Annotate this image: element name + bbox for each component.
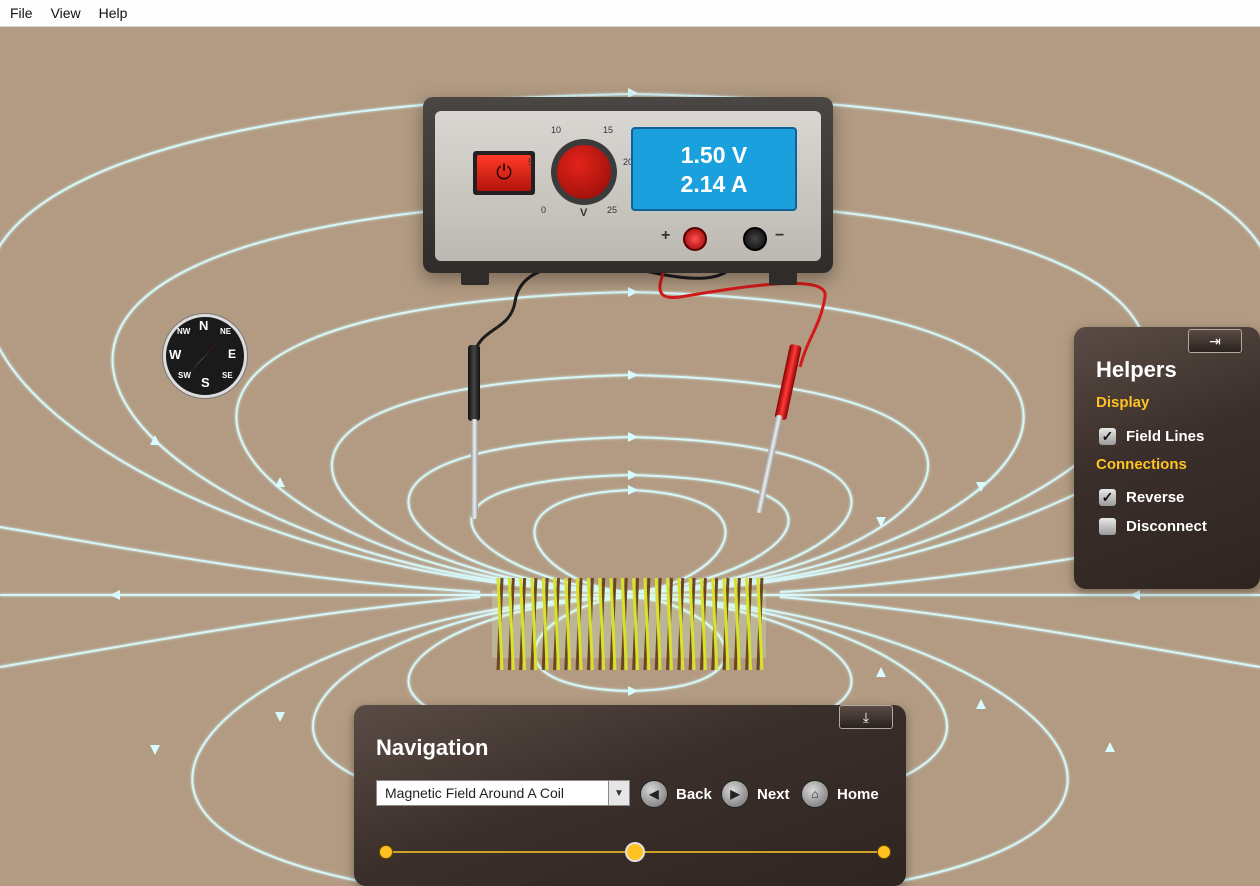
field-lines-label: Field Lines [1126,428,1205,445]
home-icon: ⌂ [801,780,829,808]
voltage-dial[interactable] [551,139,617,205]
negative-terminal[interactable] [743,227,767,251]
minus-sign: − [775,227,785,244]
home-button[interactable]: ⌂ Home [801,780,879,808]
back-arrow-icon: ◀ [640,780,668,808]
coil[interactable] [488,570,770,674]
voltage-knob[interactable] [557,145,611,199]
dial-unit: V [580,207,588,219]
chevron-down-icon[interactable]: ▼ [608,781,629,805]
dial-tick-10: 10 [551,125,562,135]
topic-select-value: Magnetic Field Around A Coil [385,785,564,801]
positive-terminal[interactable] [683,227,707,251]
disconnect-checkbox[interactable]: Disconnect [1099,518,1207,535]
black-probe-tip [471,419,478,519]
next-arrow-icon: ▶ [721,780,749,808]
progress-step-current[interactable] [625,842,645,862]
power-supply-face: ⏻ 0 5 10 15 20 25 V 1.50 V 2.14 A + − [435,111,821,261]
menu-file[interactable]: File [2,5,41,21]
power-button[interactable]: ⏻ [473,151,535,195]
reverse-checkbox[interactable]: ✓ Reverse [1099,489,1184,506]
compass[interactable]: N NE E SE S SW W NW [163,314,247,398]
field-lines-checkbox[interactable]: ✓ Field Lines [1099,428,1204,445]
navigation-collapse-icon[interactable]: ⤓ [839,705,893,729]
compass-needle [189,339,221,373]
display-section-label: Display [1096,394,1150,411]
dial-tick-25: 25 [607,205,618,215]
back-label: Back [676,785,712,803]
readout-display: 1.50 V 2.14 A [631,127,797,211]
topic-select[interactable]: Magnetic Field Around A Coil ▼ [376,780,630,806]
connections-section-label: Connections [1096,456,1187,473]
plus-sign: + [661,227,671,244]
menu-bar: File View Help [0,0,1260,27]
menu-help[interactable]: Help [91,5,136,21]
back-button[interactable]: ◀ Back [640,780,712,808]
progress-step[interactable] [379,845,393,859]
helpers-title: Helpers [1096,357,1177,382]
dial-tick-0: 0 [541,205,547,215]
simulation-canvas: ⏻ 0 5 10 15 20 25 V 1.50 V 2.14 A + − N … [0,27,1260,886]
navigation-panel: ⤓ Navigation Magnetic Field Around A Coi… [354,705,906,886]
dial-tick-15: 15 [603,125,614,135]
power-supply: ⏻ 0 5 10 15 20 25 V 1.50 V 2.14 A + − [423,97,833,285]
black-probe[interactable] [468,345,480,421]
reverse-label: Reverse [1126,489,1185,506]
disconnect-label: Disconnect [1126,518,1207,535]
checkbox-icon: ✓ [1099,489,1116,506]
helpers-panel: ⇥ Helpers Display ✓ Field Lines Connecti… [1074,327,1260,589]
checkbox-icon [1099,518,1116,535]
helpers-collapse-icon[interactable]: ⇥ [1188,329,1242,353]
current-readout: 2.14 A [680,171,748,197]
navigation-title: Navigation [376,735,489,760]
dial-tick-5: 5 [528,157,534,167]
home-label: Home [837,785,879,803]
voltage-readout: 1.50 V [680,142,748,168]
psu-foot-left [461,269,489,285]
next-button[interactable]: ▶ Next [721,780,790,808]
checkbox-icon: ✓ [1099,428,1116,445]
menu-view[interactable]: View [43,5,89,21]
next-label: Next [757,785,790,803]
power-icon: ⏻ [477,155,531,191]
progress-step[interactable] [877,845,891,859]
psu-foot-right [769,269,797,285]
